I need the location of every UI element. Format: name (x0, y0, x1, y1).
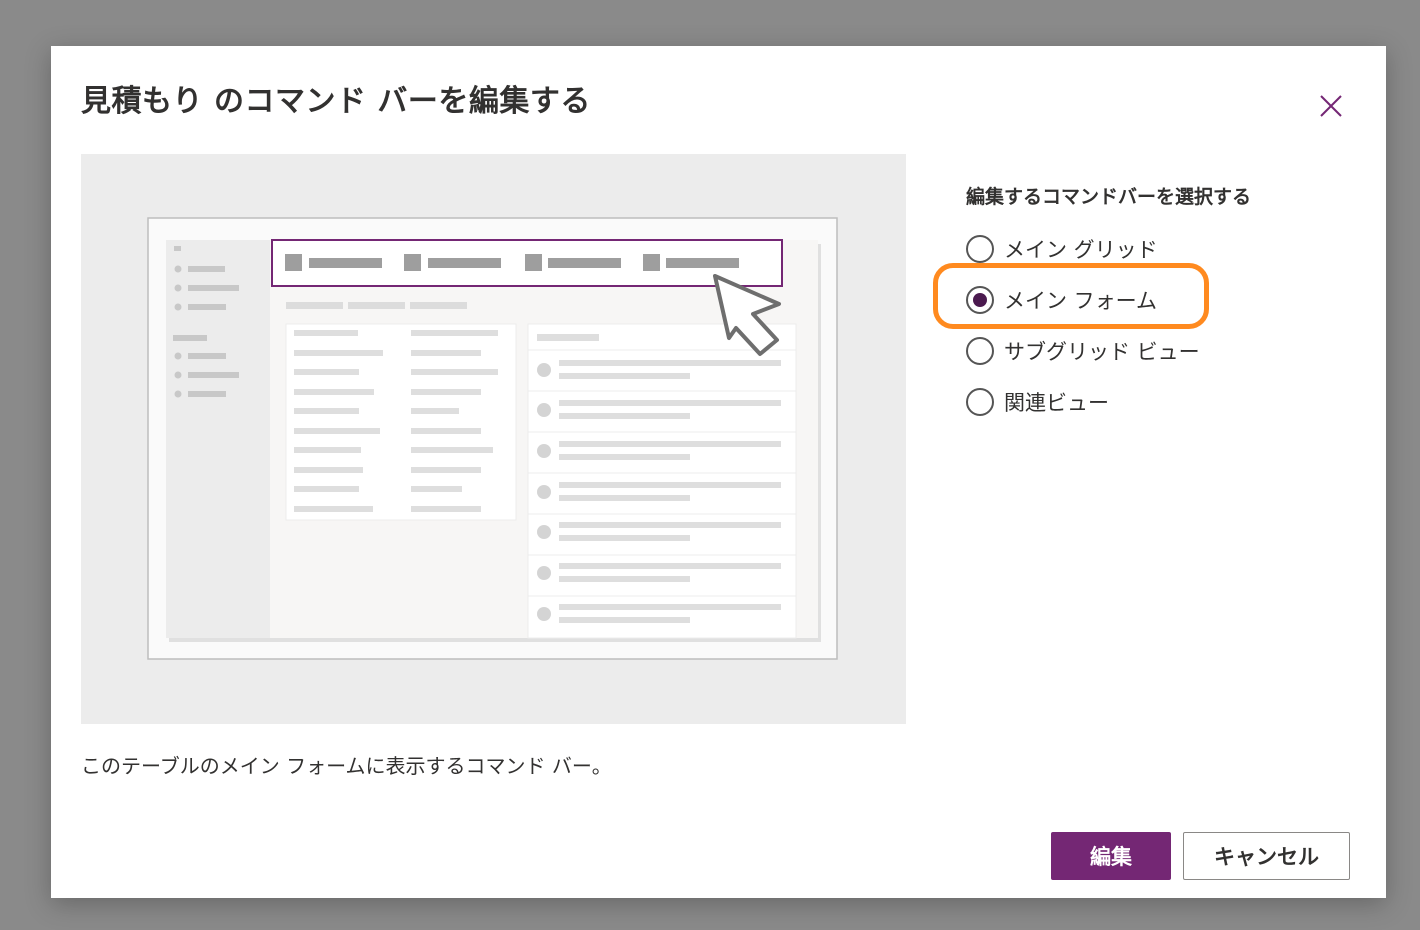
close-icon[interactable] (1315, 90, 1347, 122)
option-subgrid-view[interactable]: サブグリッド ビュー (966, 335, 1200, 367)
radio-selected-dot (973, 293, 987, 307)
radio-button[interactable] (966, 388, 994, 416)
dialog-description: このテーブルのメイン フォームに表示するコマンド バー。 (81, 754, 612, 778)
radio-button[interactable] (966, 337, 994, 365)
option-associated-view[interactable]: 関連ビュー (966, 386, 1109, 418)
option-label: サブグリッド ビュー (1004, 340, 1200, 364)
radio-button[interactable] (966, 235, 994, 263)
option-label: メイン フォーム (1004, 289, 1158, 313)
option-label: メイン グリッド (1004, 238, 1158, 262)
option-main-form[interactable]: メイン フォーム (966, 284, 1157, 316)
command-bar-options: 編集するコマンドバーを選択する メイン グリッド メイン フォーム サブグリッド… (933, 182, 1346, 416)
command-bar-preview-illustration (81, 154, 906, 724)
edit-command-bar-dialog: 見積もり のコマンド バーを編集する このテーブルのメイン フォームに表示するコ… (51, 46, 1386, 898)
cancel-button[interactable]: キャンセル (1183, 832, 1350, 880)
option-main-grid[interactable]: メイン グリッド (966, 233, 1158, 265)
edit-button[interactable]: 編集 (1051, 832, 1171, 880)
radio-button-selected[interactable] (966, 286, 994, 314)
options-heading: 編集するコマンドバーを選択する (966, 186, 1252, 208)
dialog-title: 見積もり のコマンド バーを編集する (81, 84, 591, 119)
option-label: 関連ビュー (1004, 391, 1109, 415)
